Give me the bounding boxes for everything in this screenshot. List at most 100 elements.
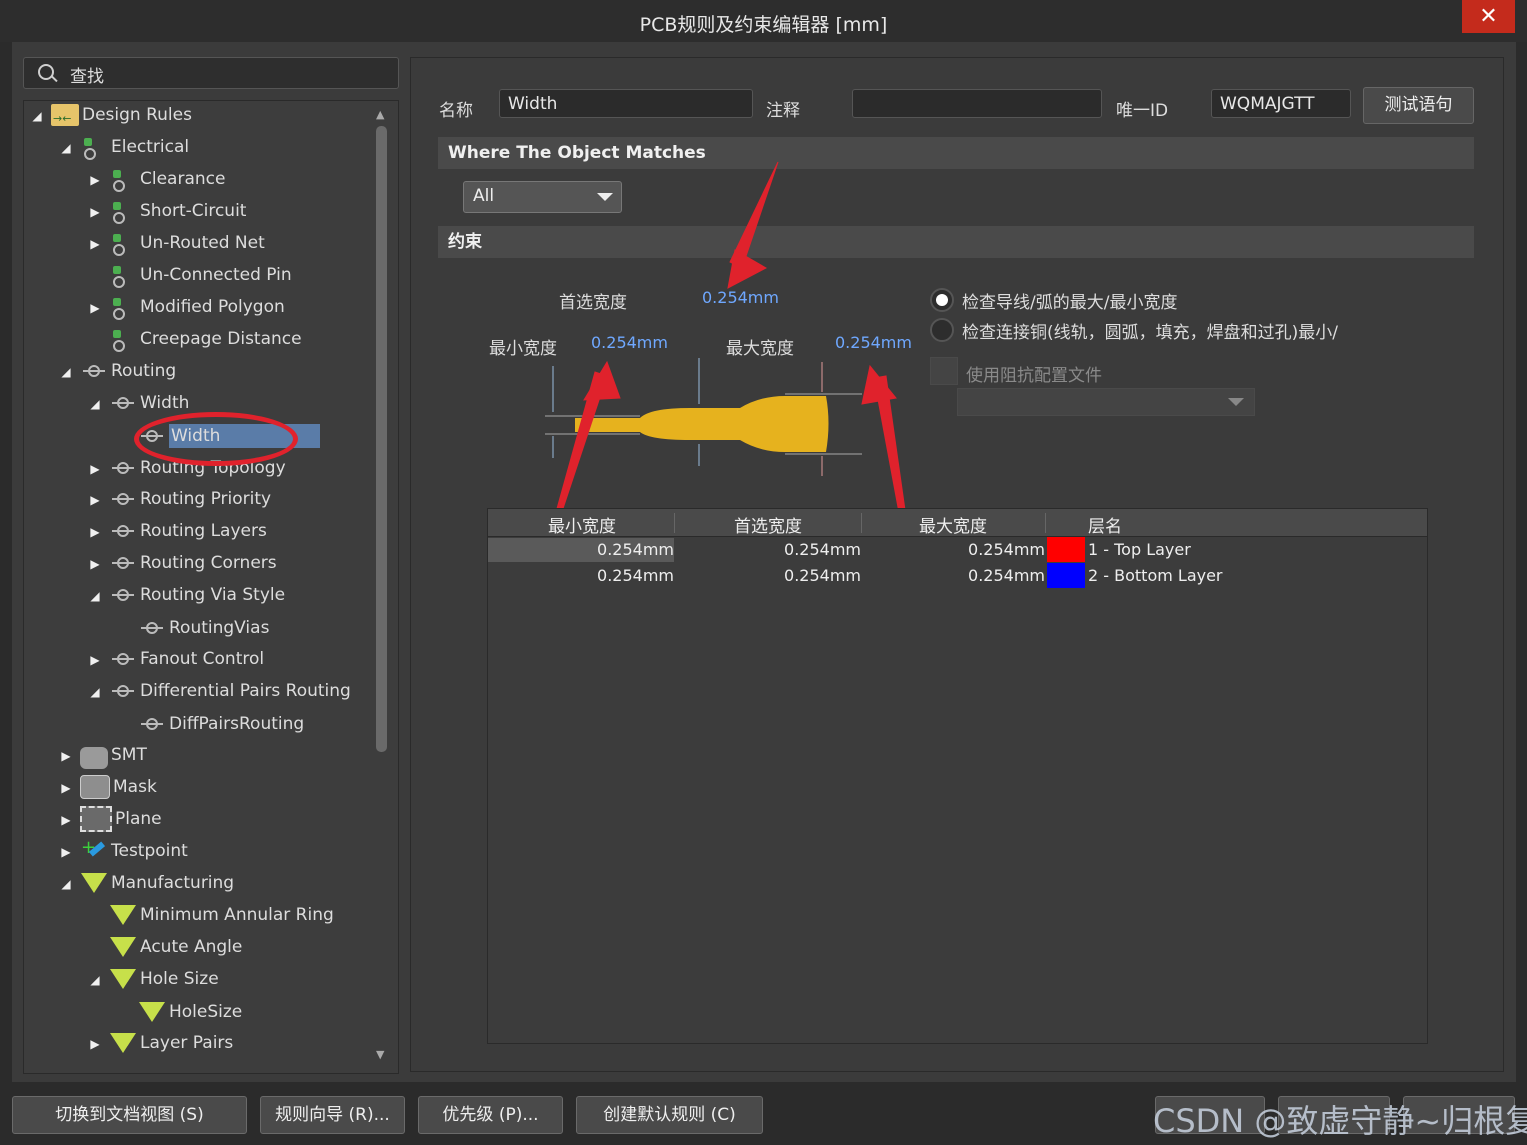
tree-item-minimum-annular-ring[interactable]: Minimum Annular Ring: [81, 901, 334, 933]
expand-toggle-icon[interactable]: ◢: [81, 966, 109, 994]
tree-item-layer-pairs[interactable]: ▶ Layer Pairs: [81, 1029, 233, 1061]
tree-item-routingvias[interactable]: RoutingVias: [110, 614, 269, 646]
check-copper-radio[interactable]: [930, 318, 954, 342]
tree-item-short-circuit[interactable]: ▶ Short-Circuit: [81, 197, 246, 229]
elec-rule-icon: [109, 328, 137, 352]
preferred-width-label: 首选宽度: [559, 293, 627, 313]
search-input[interactable]: 查找: [23, 57, 399, 89]
scope-dropdown[interactable]: All: [463, 181, 622, 213]
expand-toggle-icon[interactable]: ◢: [81, 582, 109, 610]
close-button[interactable]: ✕: [1462, 0, 1515, 33]
expand-toggle-icon[interactable]: ▶: [81, 486, 109, 514]
expand-toggle-icon[interactable]: ▶: [52, 838, 80, 866]
col-min-width[interactable]: 最小宽度: [548, 512, 616, 537]
tree-item-fanout-control[interactable]: ▶ Fanout Control: [81, 645, 264, 677]
expand-toggle-icon[interactable]: ▶: [81, 294, 109, 322]
tree-item-routing-via-style[interactable]: ◢ Routing Via Style: [81, 581, 285, 613]
tree-item-holesize[interactable]: HoleSize: [110, 998, 242, 1030]
tree-item-diffpairsrouting[interactable]: DiffPairsRouting: [110, 710, 304, 742]
row2-min[interactable]: 0.254mm: [597, 566, 674, 585]
row1-layer[interactable]: 1 - Top Layer: [1088, 540, 1191, 559]
tree-item-routing-layers[interactable]: ▶ Routing Layers: [81, 517, 266, 549]
preferred-width-value[interactable]: 0.254mm: [702, 288, 779, 307]
expand-toggle-icon[interactable]: ▶: [52, 806, 80, 834]
expand-toggle-icon[interactable]: ▶: [81, 550, 109, 578]
tree-item-un-routed-net[interactable]: ▶ Un-Routed Net: [81, 229, 265, 261]
col-layer-name[interactable]: 层名: [1088, 512, 1122, 537]
rule-wizard-button[interactable]: 规则向导 (R)...: [260, 1096, 405, 1134]
tree-item-un-connected-pin[interactable]: Un-Connected Pin: [81, 261, 292, 293]
expand-toggle-icon[interactable]: ◢: [52, 134, 80, 162]
tree-item-modified-polygon[interactable]: ▶ Modified Polygon: [81, 293, 285, 325]
comment-field[interactable]: [852, 89, 1102, 118]
tp-rule-icon: [80, 834, 108, 862]
check-track-width-radio[interactable]: [930, 288, 954, 312]
expand-toggle-icon[interactable]: ◢: [52, 870, 80, 898]
tree-item-label: Clearance: [140, 169, 226, 189]
expand-toggle-icon[interactable]: ▶: [81, 646, 109, 674]
expand-toggle-icon[interactable]: ▶: [81, 166, 109, 194]
priority-button[interactable]: 优先级 (P)...: [418, 1096, 563, 1134]
row1-pref[interactable]: 0.254mm: [784, 540, 861, 559]
tree-item-manufacturing[interactable]: ◢ Manufacturing: [52, 869, 234, 901]
tree-item-label: Modified Polygon: [140, 297, 285, 317]
watermark: CSDN @致虚守静~归根复命: [1153, 1102, 1527, 1140]
tree-item-label: Minimum Annular Ring: [140, 905, 334, 925]
top-layer-color-swatch: [1047, 537, 1085, 562]
tree-item-label: Routing Corners: [140, 553, 277, 573]
tree-item-routing-corners[interactable]: ▶ Routing Corners: [81, 549, 277, 581]
test-query-button[interactable]: 测试语句: [1363, 87, 1474, 124]
scroll-down-button[interactable]: ▼: [376, 1048, 384, 1061]
tree-item-electrical[interactable]: ◢ Electrical: [52, 133, 189, 165]
rule-rule-icon: [109, 552, 137, 574]
bottom-layer-color-swatch: [1047, 563, 1085, 588]
impedance-dropdown[interactable]: [957, 388, 1255, 416]
tree-item-hole-size[interactable]: ◢ Hole Size: [81, 965, 219, 997]
tree-item-routing-priority[interactable]: ▶ Routing Priority: [81, 485, 271, 517]
impedance-checkbox[interactable]: [930, 357, 958, 385]
plane-rule-icon: [80, 806, 112, 832]
tree-item-creepage-distance[interactable]: Creepage Distance: [81, 325, 302, 357]
expand-toggle-icon[interactable]: ◢: [52, 358, 80, 386]
tree-scrollbar[interactable]: [376, 126, 387, 752]
expand-toggle-icon[interactable]: ◢: [23, 102, 51, 130]
expand-toggle-icon[interactable]: ▶: [81, 518, 109, 546]
impedance-label: 使用阻抗配置文件: [966, 366, 1102, 386]
tree-item-differential-pairs-routing[interactable]: ◢ Differential Pairs Routing: [81, 677, 350, 709]
unique-id-field[interactable]: WQMAJGTT: [1211, 89, 1351, 118]
tree-item-testpoint[interactable]: ▶ Testpoint: [52, 834, 187, 869]
max-width-value[interactable]: 0.254mm: [835, 333, 912, 352]
row2-pref[interactable]: 0.254mm: [784, 566, 861, 585]
create-default-rules-button[interactable]: 创建默认规则 (C): [576, 1096, 763, 1134]
expand-toggle-icon[interactable]: ▶: [52, 774, 80, 802]
switch-document-view-button[interactable]: 切换到文档视图 (S): [12, 1096, 247, 1134]
expand-toggle-icon[interactable]: ▶: [81, 230, 109, 258]
col-preferred-width[interactable]: 首选宽度: [734, 512, 802, 537]
tree-item-design-rules[interactable]: ◢ Design Rules: [23, 101, 192, 133]
tree-item-routing[interactable]: ◢ Routing: [52, 357, 176, 389]
col-max-width[interactable]: 最大宽度: [919, 512, 987, 537]
expand-toggle-icon[interactable]: ▶: [81, 455, 109, 483]
rule-rule-icon: [109, 584, 137, 606]
row2-layer[interactable]: 2 - Bottom Layer: [1088, 566, 1223, 585]
mfg-rule-icon: [80, 872, 108, 894]
tree-item-plane[interactable]: ▶ Plane: [52, 805, 162, 837]
tree-item-label: Fanout Control: [140, 649, 265, 669]
expand-toggle-icon[interactable]: ▶: [81, 1030, 109, 1058]
min-width-value[interactable]: 0.254mm: [591, 333, 668, 352]
name-field[interactable]: Width: [499, 89, 753, 118]
expand-toggle-icon[interactable]: ▶: [81, 198, 109, 226]
expand-toggle-icon[interactable]: ◢: [81, 390, 109, 418]
row1-max[interactable]: 0.254mm: [968, 540, 1045, 559]
scroll-up-button[interactable]: ▲: [376, 108, 384, 121]
tree-item-clearance[interactable]: ▶ Clearance: [81, 165, 225, 197]
expand-toggle-icon[interactable]: ◢: [81, 678, 109, 706]
smt-rule-icon: [80, 746, 108, 769]
tree-item-acute-angle[interactable]: Acute Angle: [81, 933, 242, 965]
row1-min[interactable]: 0.254mm: [597, 540, 674, 559]
row2-max[interactable]: 0.254mm: [968, 566, 1045, 585]
tree-item-mask[interactable]: ▶ Mask: [52, 773, 157, 805]
elec-rule-icon: [109, 296, 137, 320]
expand-toggle-icon[interactable]: ▶: [52, 742, 80, 770]
tree-item-smt[interactable]: ▶ SMT: [52, 741, 147, 773]
